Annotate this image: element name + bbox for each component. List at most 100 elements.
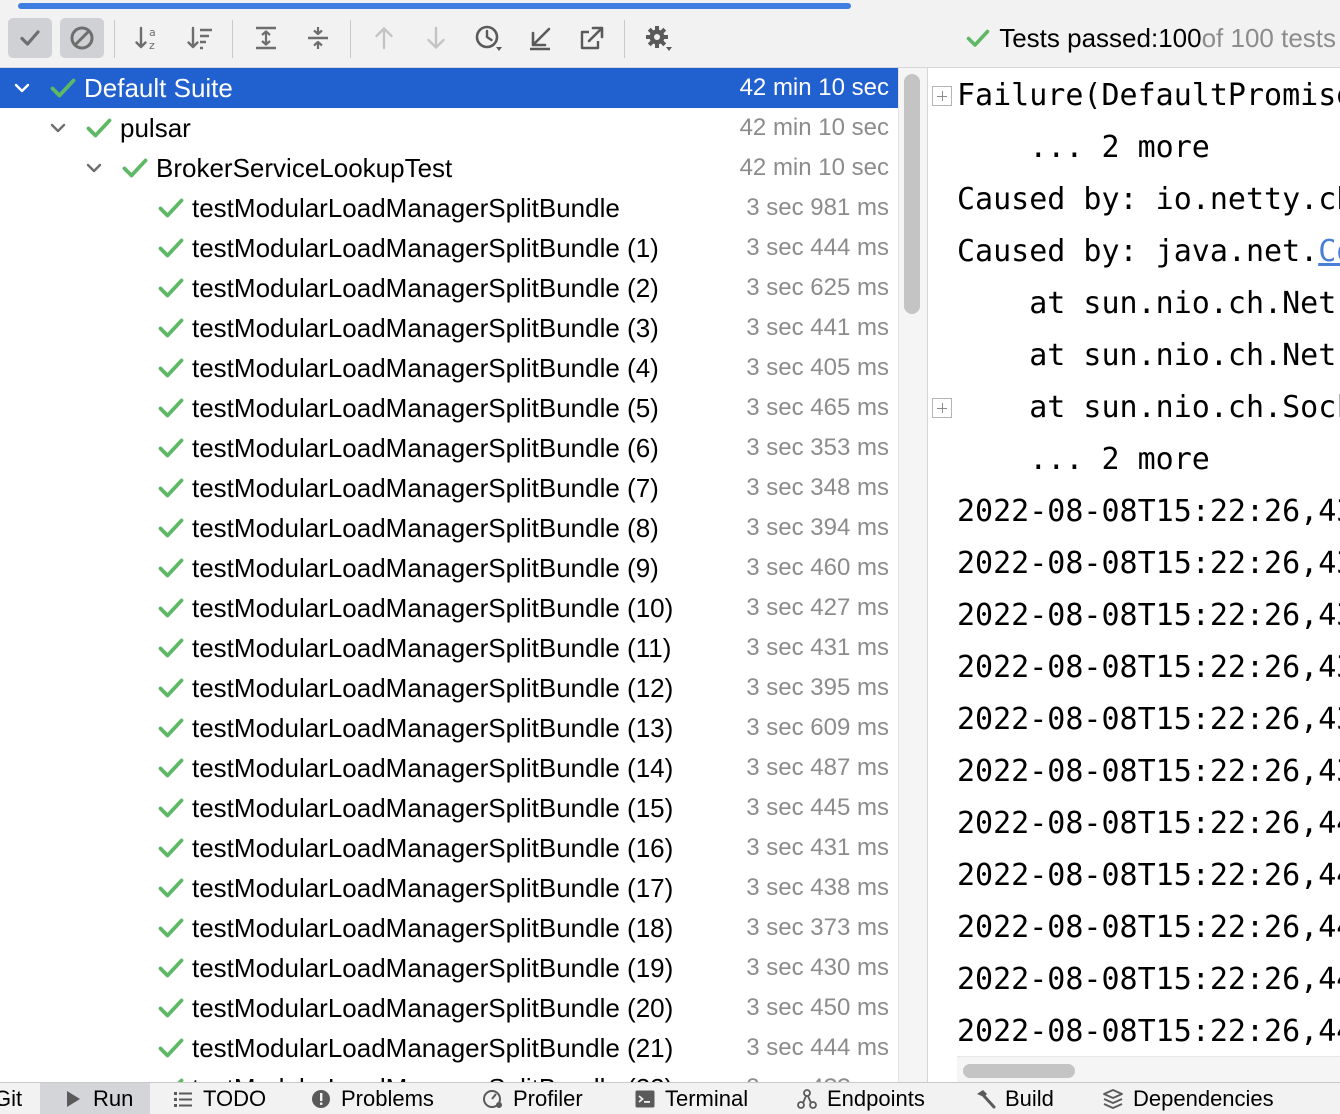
tree-node-test[interactable]: testModularLoadManagerSplitBundle (21) 3 … (0, 1028, 898, 1068)
sort-alphabetically-button[interactable]: az (126, 18, 170, 58)
tree-node-label: testModularLoadManagerSplitBundle (2) (192, 273, 659, 303)
tree-node-test[interactable]: testModularLoadManagerSplitBundle (12) 3 … (0, 668, 898, 708)
test-passed-icon (158, 798, 184, 818)
tree-node-label: testModularLoadManagerSplitBundle (13) (192, 713, 674, 743)
test-passed-icon (158, 198, 184, 218)
tree-scrollbar-thumb[interactable] (904, 74, 920, 314)
tree-node-test[interactable]: testModularLoadManagerSplitBundle (15) 3 … (0, 788, 898, 828)
console-line: at sun.nio.ch.Net (957, 330, 1336, 382)
tool-window-bar: Git Run TODO Problems Profiler Terminal … (0, 1082, 1340, 1114)
tool-tab-run[interactable]: Run (40, 1083, 150, 1114)
tree-node-test[interactable]: testModularLoadManagerSplitBundle (7) 3 s… (0, 468, 898, 508)
console-line: Caused by: java.net.Co (957, 226, 1340, 278)
import-icon (530, 27, 551, 51)
tree-node-test[interactable]: testModularLoadManagerSplitBundle (20) 3 … (0, 988, 898, 1028)
tree-node-test[interactable]: testModularLoadManagerSplitBundle (9) 3 s… (0, 548, 898, 588)
console-line-text: 2022-08-08T15:22:26,43 (957, 494, 1340, 529)
import-tests-button[interactable] (518, 18, 562, 58)
tree-node-test[interactable]: testModularLoadManagerSplitBundle (6) 3 s… (0, 428, 898, 468)
next-failed-test-button[interactable] (414, 18, 458, 58)
show-passed-button[interactable] (8, 18, 52, 58)
test-status-summary: Tests passed: 100 of 100 tests (965, 22, 1336, 54)
settings-button[interactable] (636, 18, 680, 58)
tree-node-test[interactable]: testModularLoadManagerSplitBundle (5) 3 s… (0, 388, 898, 428)
tree-node-test[interactable]: testModularLoadManagerSplitBundle (16) 3 … (0, 828, 898, 868)
endpoints-icon (797, 1089, 817, 1109)
test-passed-icon (158, 998, 184, 1018)
tool-tab-problems[interactable]: Problems (310, 1083, 434, 1114)
tree-vertical-scrollbar[interactable] (898, 68, 928, 1082)
status-prefix: Tests passed: (999, 22, 1159, 53)
test-passed-icon (158, 558, 184, 578)
console-line-text: 2022-08-08T15:22:26,43 (957, 754, 1340, 789)
tree-node-label: testModularLoadManagerSplitBundle (192, 193, 620, 223)
tree-node-test[interactable]: testModularLoadManagerSplitBundle (4) 3 s… (0, 348, 898, 388)
tool-tab-todo[interactable]: TODO (172, 1083, 266, 1114)
chevron-down-icon[interactable] (10, 76, 34, 100)
sort-by-duration-button[interactable] (178, 18, 222, 58)
console-line: ... 2 more (957, 434, 1210, 486)
tree-node-module[interactable]: pulsar 42 min 10 sec (0, 108, 898, 148)
tool-tab-profiler[interactable]: Profiler (482, 1083, 583, 1114)
tree-node-duration: 3 sec 394 ms (746, 514, 889, 541)
tree-node-test[interactable]: testModularLoadManagerSplitBundle (10) 3 … (0, 588, 898, 628)
tree-node-label: testModularLoadManagerSplitBundle (11) (192, 633, 672, 663)
export-tests-button[interactable] (570, 18, 614, 58)
tree-node-test[interactable]: testModularLoadManagerSplitBundle (1) 3 s… (0, 228, 898, 268)
tree-node-test[interactable]: testModularLoadManagerSplitBundle (18) 3 … (0, 908, 898, 948)
test-history-button[interactable] (466, 18, 510, 58)
console-link[interactable]: Co (1318, 234, 1340, 269)
tree-node-test[interactable]: testModularLoadManagerSplitBundle (2) 3 s… (0, 268, 898, 308)
console-line: at sun.nio.ch.Net (957, 278, 1336, 330)
console-line-text: 2022-08-08T15:22:26,44 (957, 962, 1340, 997)
tree-node-duration: 3 sec 430 ms (746, 954, 889, 981)
show-ignored-button[interactable] (60, 18, 104, 58)
tree-node-class[interactable]: BrokerServiceLookupTest 42 min 10 sec (0, 148, 898, 188)
tree-node-duration: 3 sec 431 ms (746, 834, 889, 861)
tree-node-test[interactable]: testModularLoadManagerSplitBundle (17) 3 … (0, 868, 898, 908)
tree-node-label: testModularLoadManagerSplitBundle (22) (192, 1074, 673, 1082)
console-horizontal-scrollbar[interactable] (957, 1056, 1340, 1082)
tree-node-test[interactable]: testModularLoadManagerSplitBundle 3 sec 9… (0, 188, 898, 228)
fold-toggle-icon[interactable] (932, 398, 952, 418)
tool-tab-git[interactable]: Git (0, 1083, 22, 1114)
tree-node-test[interactable]: testModularLoadManagerSplitBundle (3) 3 s… (0, 308, 898, 348)
chevron-down-icon[interactable] (82, 156, 106, 180)
tree-node-test[interactable]: testModularLoadManagerSplitBundle (13) 3 … (0, 708, 898, 748)
test-passed-icon (158, 638, 184, 658)
tree-node-test[interactable]: testModularLoadManagerSplitBundle (11) 3 … (0, 628, 898, 668)
tree-node-label: testModularLoadManagerSplitBundle (18) (192, 913, 674, 943)
tool-tab-terminal[interactable]: Terminal (634, 1083, 748, 1114)
tool-tab-endpoints[interactable]: Endpoints (796, 1083, 925, 1114)
console-line-text: ... 2 more (957, 442, 1210, 477)
export-icon (580, 26, 604, 50)
tool-tab-dependencies[interactable]: Dependencies (1102, 1083, 1274, 1114)
fold-toggle-icon[interactable] (932, 86, 952, 106)
tree-node-suite[interactable]: Default Suite 42 min 10 sec (0, 68, 898, 108)
tree-node-duration: 3 sec 981 ms (746, 194, 889, 221)
status-passed-count: 100 (1158, 22, 1202, 53)
tree-node-test[interactable]: testModularLoadManagerSplitBundle (22) 3 … (0, 1068, 898, 1082)
console-line-text: 2022-08-08T15:22:26,43 (957, 546, 1340, 581)
console-scrollbar-thumb[interactable] (963, 1064, 1075, 1078)
collapse-all-button[interactable] (296, 18, 340, 58)
test-passed-icon (158, 438, 184, 458)
test-passed-icon (50, 78, 76, 98)
previous-failed-test-button[interactable] (362, 18, 406, 58)
tree-node-test[interactable]: testModularLoadManagerSplitBundle (8) 3 s… (0, 508, 898, 548)
console-line: 2022-08-08T15:22:26,43 (957, 486, 1340, 538)
tree-node-duration: 3 sec 444 ms (746, 234, 889, 261)
tree-node-test[interactable]: testModularLoadManagerSplitBundle (14) 3 … (0, 748, 898, 788)
expand-all-button[interactable] (244, 18, 288, 58)
console-line: Caused by: io.netty.ch (957, 174, 1340, 226)
tree-node-test[interactable]: testModularLoadManagerSplitBundle (19) 3 … (0, 948, 898, 988)
tool-tab-build[interactable]: Build (974, 1083, 1054, 1114)
test-passed-icon (158, 278, 184, 298)
test-passed-icon (158, 878, 184, 898)
tool-tab-label: Build (1005, 1086, 1054, 1111)
console-line-text: 2022-08-08T15:22:26,44 (957, 858, 1340, 893)
console-line: 2022-08-08T15:22:26,43 (957, 590, 1340, 642)
build-hammer-icon (977, 1090, 996, 1109)
toolbar-separator (624, 20, 625, 58)
chevron-down-icon[interactable] (46, 116, 70, 140)
